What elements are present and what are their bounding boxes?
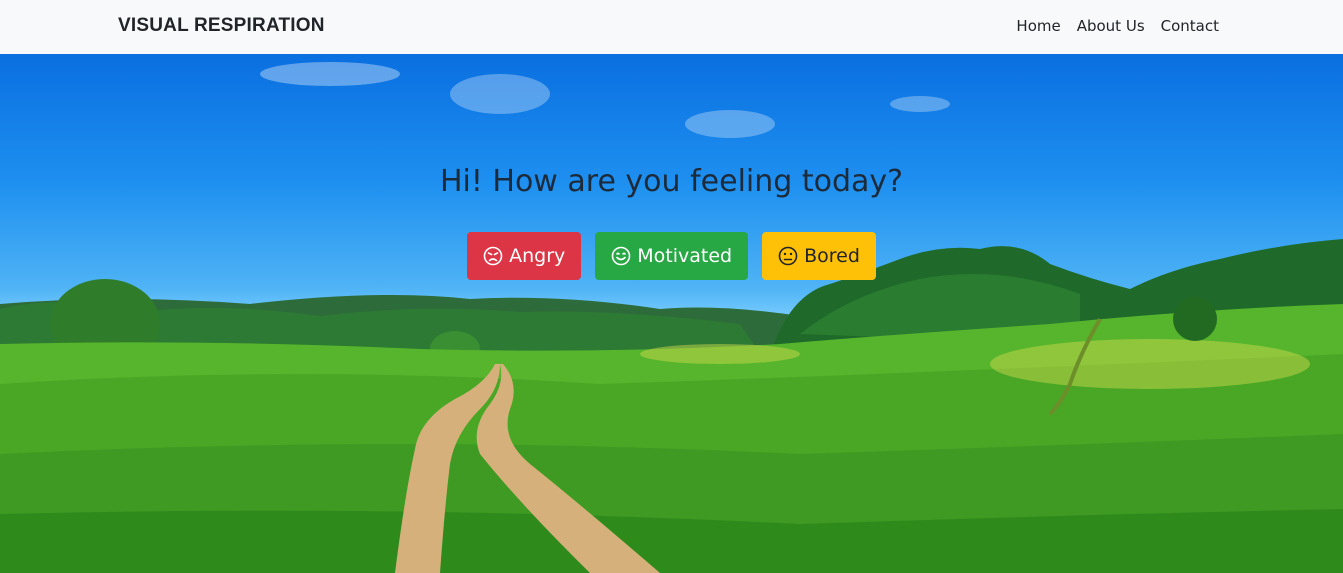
hero-section: Hi! How are you feeling today? Angry Mot… xyxy=(0,54,1343,573)
landscape-background-image xyxy=(0,62,1343,573)
brand-logo[interactable]: VISUAL RESPIRATION xyxy=(118,15,325,37)
angry-button-label: Angry xyxy=(509,245,566,267)
nav-link-home[interactable]: Home xyxy=(1016,17,1060,35)
nav-link-contact[interactable]: Contact xyxy=(1161,17,1219,35)
smile-face-icon xyxy=(611,246,631,266)
angry-face-icon xyxy=(483,246,503,266)
bored-button-label: Bored xyxy=(804,245,860,267)
neutral-face-icon xyxy=(778,246,798,266)
nav-links: Home About Us Contact xyxy=(1016,17,1219,35)
motivated-button[interactable]: Motivated xyxy=(595,232,749,280)
navbar: VISUAL RESPIRATION Home About Us Contact xyxy=(0,0,1343,54)
mood-buttons: Angry Motivated Bored xyxy=(0,232,1343,280)
angry-button[interactable]: Angry xyxy=(467,232,582,280)
page-headline: Hi! How are you feeling today? xyxy=(439,164,904,199)
motivated-button-label: Motivated xyxy=(637,245,733,267)
nav-link-about-us[interactable]: About Us xyxy=(1077,17,1145,35)
bored-button[interactable]: Bored xyxy=(762,232,876,280)
